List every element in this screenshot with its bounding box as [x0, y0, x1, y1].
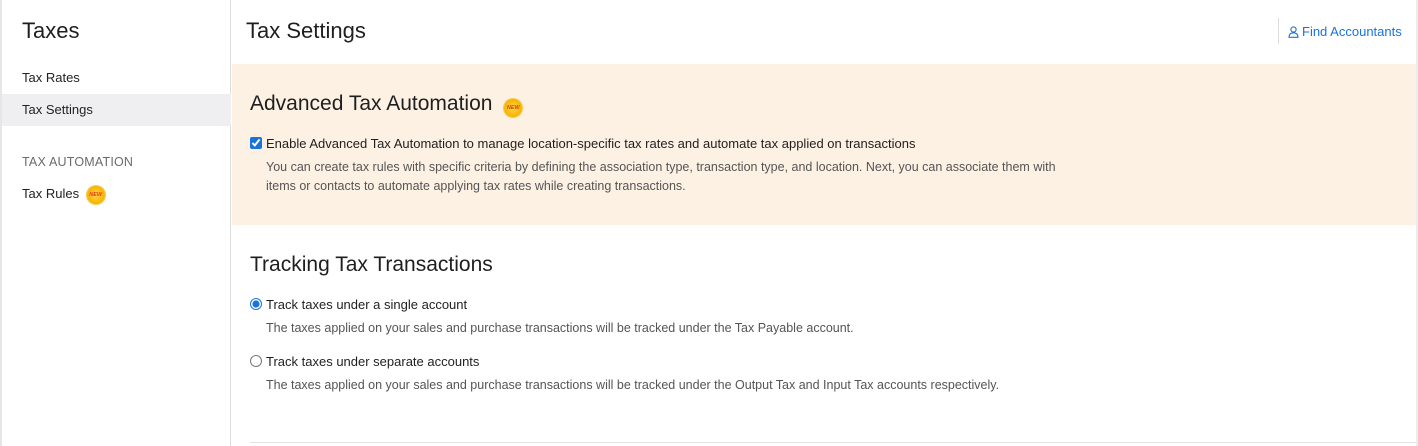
sidebar-item-label: Tax Rates [22, 70, 80, 85]
automation-help-text: You can create tax rules with specific c… [266, 158, 1056, 196]
enable-automation-checkbox[interactable] [250, 137, 262, 149]
sidebar-item-label: Tax Rules [22, 186, 80, 201]
single-account-radio[interactable] [250, 298, 262, 310]
page-title: Tax Settings [246, 18, 366, 43]
sidebar-item-tax-settings[interactable]: Tax Settings [2, 94, 231, 126]
section-divider [250, 442, 1416, 443]
sidebar-item-tax-rates[interactable]: Tax Rates [2, 62, 231, 94]
radio-separate-accounts[interactable]: Track taxes under separate accounts [250, 354, 479, 369]
sidebar-item-label: Tax Settings [22, 102, 93, 117]
enable-automation-label: Enable Advanced Tax Automation to manage… [266, 136, 916, 151]
single-account-help: The taxes applied on your sales and purc… [266, 321, 854, 335]
header-divider [1278, 18, 1279, 44]
automation-help-line: items or contacts to automate applying t… [266, 179, 686, 193]
enable-automation-checkbox-row[interactable]: Enable Advanced Tax Automation to manage… [250, 136, 915, 151]
main-content: Tax Settings Find Accountants Advanced T… [232, 0, 1418, 446]
sidebar-title: Taxes [22, 18, 80, 43]
sidebar: Taxes Tax Rates Tax Settings TAX AUTOMAT… [0, 0, 231, 446]
separate-accounts-help: The taxes applied on your sales and purc… [266, 378, 1000, 392]
single-account-label: Track taxes under a single account [266, 297, 468, 312]
tracking-title: Tracking Tax Transactions [250, 253, 493, 276]
app-window: Taxes Tax Rates Tax Settings TAX AUTOMAT… [0, 0, 1418, 446]
automation-help-line: You can create tax rules with specific c… [266, 160, 1056, 174]
separate-accounts-radio[interactable] [250, 355, 262, 367]
new-badge-icon: NEW [504, 99, 523, 117]
separate-accounts-label: Track taxes under separate accounts [266, 354, 480, 369]
find-accountants-label: Find Accountants [1302, 24, 1402, 39]
radio-single-account[interactable]: Track taxes under a single account [250, 297, 467, 312]
sidebar-item-tax-rules[interactable]: Tax Rules NEW [2, 178, 231, 210]
automation-title: Advanced Tax Automation NEW [250, 92, 523, 117]
sidebar-section-tax-automation: TAX AUTOMATION [22, 155, 134, 169]
automation-title-text: Advanced Tax Automation [250, 92, 493, 115]
find-accountants-link[interactable]: Find Accountants [1288, 24, 1402, 39]
user-icon [1288, 26, 1299, 38]
new-badge-icon: NEW [86, 185, 105, 204]
